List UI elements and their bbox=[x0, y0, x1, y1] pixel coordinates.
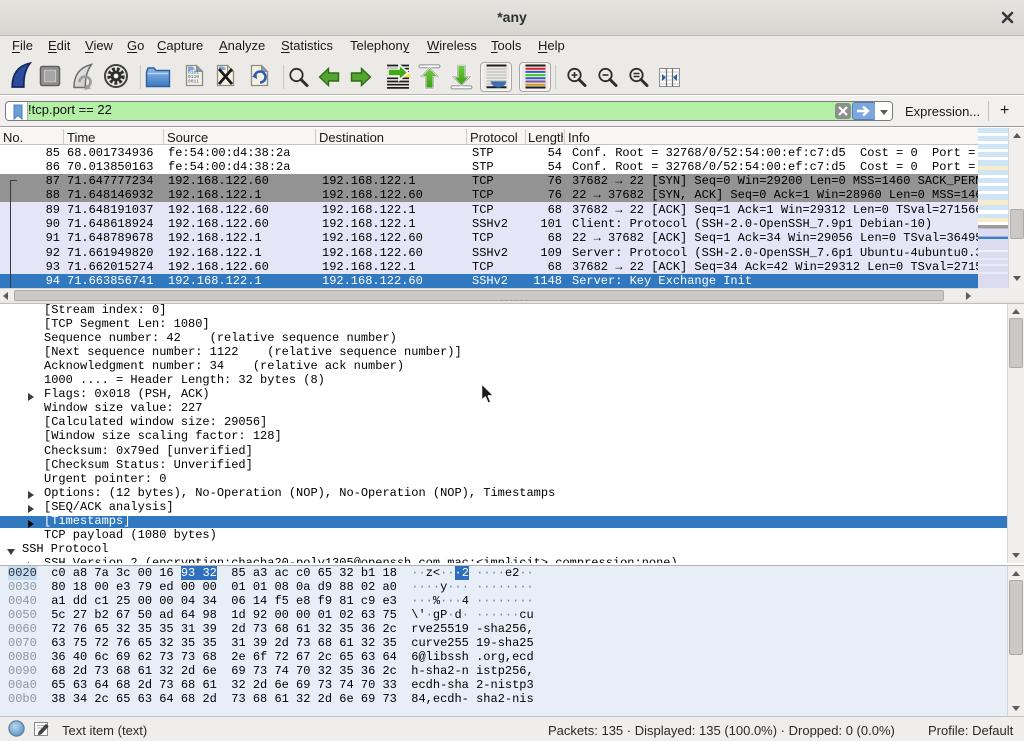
svg-text:0011: 0011 bbox=[188, 79, 199, 85]
